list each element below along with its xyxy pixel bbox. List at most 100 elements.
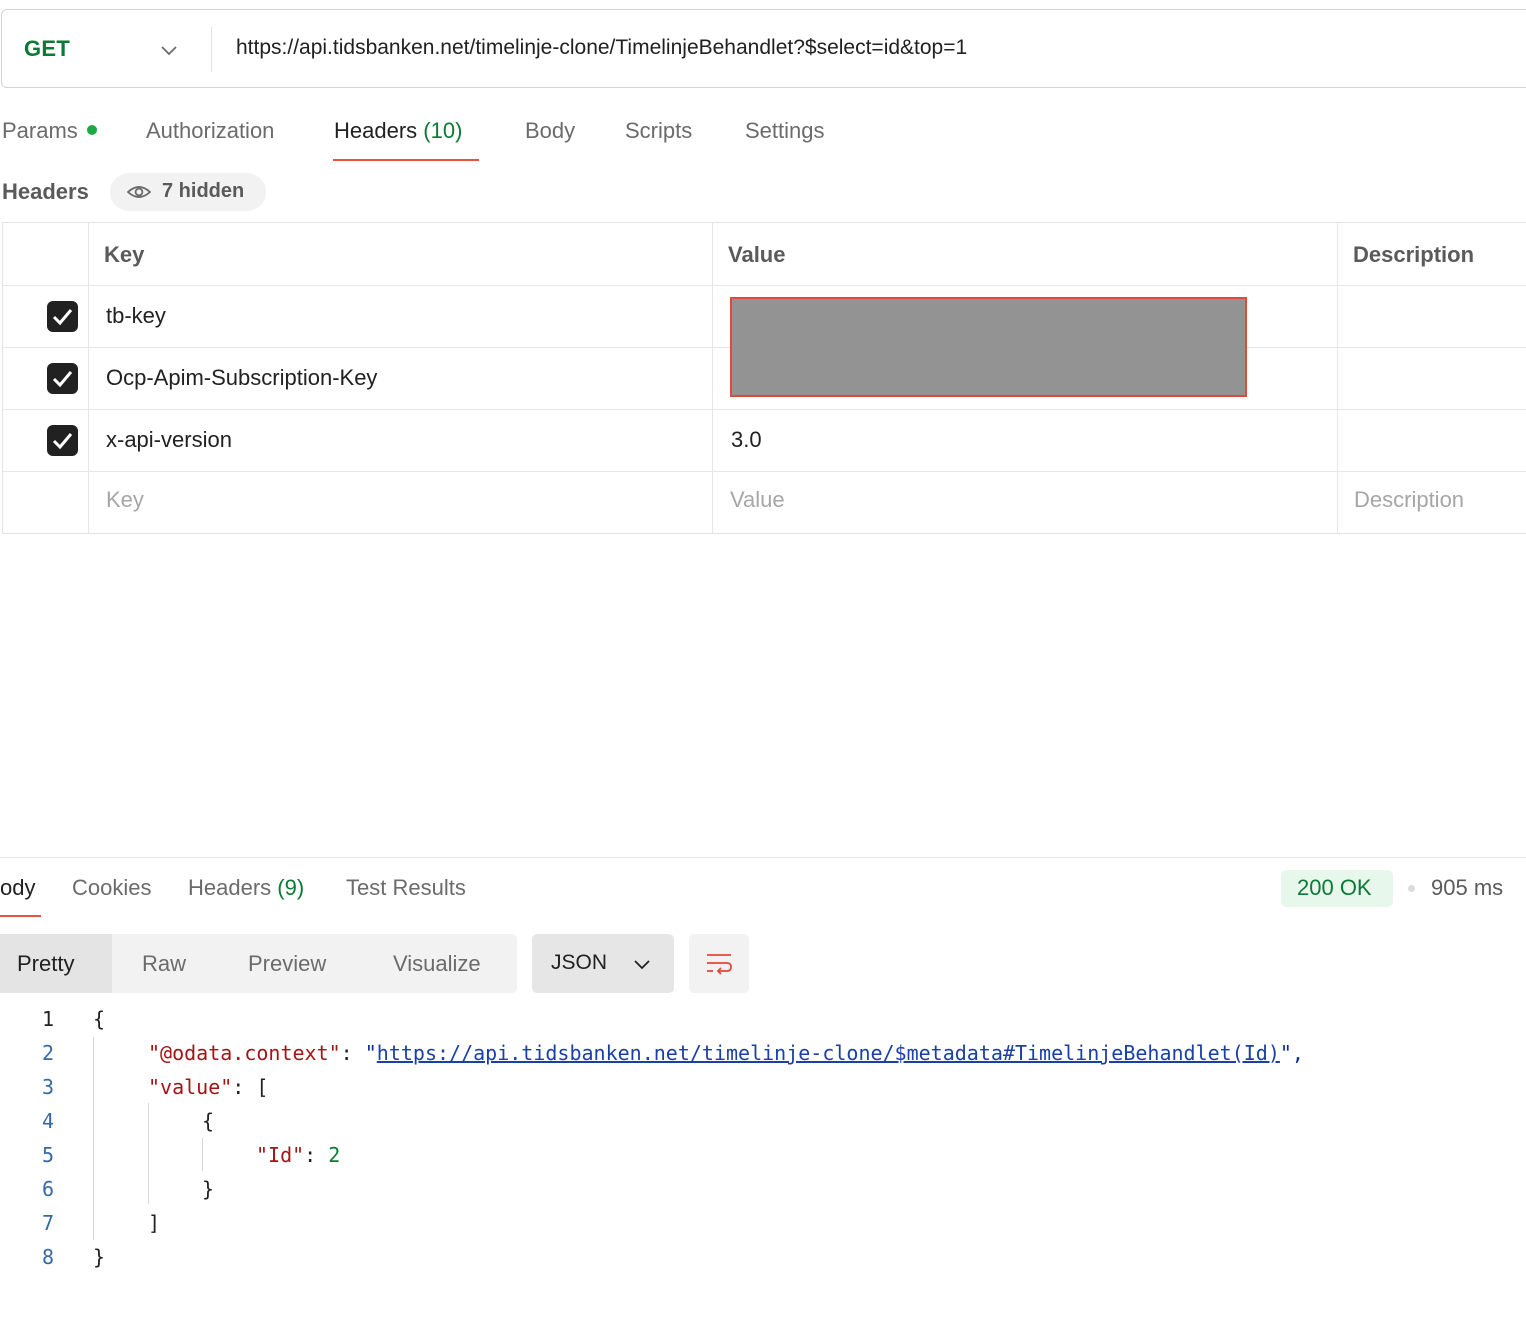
view-mode-label: Visualize [393, 951, 481, 976]
response-tab-test-results[interactable]: Test Results [346, 875, 466, 901]
row-divider [3, 471, 1526, 472]
view-visualize-button[interactable]: Visualize [393, 934, 481, 993]
header-key-cell[interactable]: x-api-version [106, 427, 232, 453]
json-key: "Id" [256, 1143, 305, 1167]
view-mode-group: Pretty Raw Preview Visualize [0, 934, 517, 993]
new-description-input[interactable]: Description [1354, 487, 1464, 513]
tab-label: Test Results [346, 875, 466, 900]
json-punct: : [ [232, 1075, 269, 1099]
tab-authorization[interactable]: Authorization [146, 118, 274, 144]
url-divider [211, 27, 212, 72]
header-key-cell[interactable]: tb-key [106, 303, 166, 329]
tab-label: Headers [188, 875, 272, 900]
code-array-close: ] [148, 1211, 161, 1235]
tab-label: Body [525, 118, 576, 143]
line-number: 7 [41, 1211, 54, 1235]
line-number: 4 [41, 1109, 54, 1133]
request-url-bar: GET https://api.tidsbanken.net/timelinje… [1, 9, 1526, 88]
indent-guide [202, 1138, 203, 1171]
code-inner-close: } [202, 1177, 215, 1201]
code-inner-open: { [202, 1109, 215, 1133]
row-divider [3, 285, 1526, 286]
tab-body[interactable]: Body [525, 118, 575, 144]
status-badge[interactable]: 200 OK [1281, 870, 1393, 907]
checkmark-icon [52, 309, 73, 326]
code-open-brace: { [93, 1007, 106, 1031]
line-number: 6 [41, 1177, 54, 1201]
active-tab-underline [0, 915, 41, 917]
line-number: 3 [41, 1075, 54, 1099]
eye-icon [127, 186, 151, 198]
tab-label: Cookies [72, 875, 152, 900]
view-mode-label: Pretty [17, 951, 75, 976]
column-header-key: Key [104, 242, 145, 267]
view-raw-button[interactable]: Raw [142, 934, 186, 993]
hidden-count-label: 7 hidden [162, 180, 245, 202]
status-text: 200 OK [1297, 875, 1372, 900]
json-key: "value" [148, 1075, 233, 1099]
url-input[interactable]: https://api.tidsbanken.net/timelinje-clo… [236, 36, 967, 60]
line-number: 2 [41, 1041, 54, 1065]
format-label: JSON [551, 951, 608, 974]
wrap-lines-button[interactable] [689, 934, 749, 993]
tab-scripts[interactable]: Scripts [625, 118, 692, 144]
tab-count: (10) [423, 118, 463, 143]
json-colon: : [304, 1143, 329, 1167]
view-mode-label: Raw [142, 951, 187, 976]
header-enabled-checkbox[interactable] [47, 363, 78, 394]
tab-label: Settings [745, 118, 825, 143]
header-enabled-checkbox[interactable] [47, 301, 78, 332]
response-tab-body[interactable]: ody [0, 875, 35, 901]
line-number: 5 [41, 1143, 54, 1167]
code-line-value: "value": [ [148, 1075, 268, 1099]
header-key-cell[interactable]: Ocp-Apim-Subscription-Key [106, 365, 377, 391]
line-number: 8 [41, 1245, 54, 1269]
column-header-description: Description [1353, 242, 1475, 267]
tab-label: Authorization [146, 118, 275, 143]
header-value-cell[interactable]: 3.0 [731, 427, 762, 453]
separator-dot-icon [1408, 885, 1415, 892]
json-key: "@odata.context" [148, 1041, 341, 1065]
chevron-down-icon[interactable] [159, 40, 179, 60]
new-key-input[interactable]: Key [106, 487, 144, 513]
headers-table: Key Value Description tb-key Ocp-Apim-Su… [2, 222, 1526, 534]
new-value-input[interactable]: Value [730, 487, 785, 513]
column-divider [1337, 223, 1338, 533]
view-preview-button[interactable]: Preview [248, 934, 326, 993]
response-tab-cookies[interactable]: Cookies [72, 875, 151, 901]
hidden-headers-toggle[interactable]: 7 hidden [110, 173, 266, 211]
code-line-context: "@odata.context": "https://api.tidsbanke… [148, 1041, 1304, 1065]
headers-section-title: Headers [2, 179, 89, 204]
view-mode-label: Preview [248, 951, 327, 976]
json-quote: ", [1279, 1041, 1304, 1065]
json-quote: " [364, 1041, 377, 1065]
tab-settings[interactable]: Settings [745, 118, 825, 144]
method-select[interactable]: GET [24, 36, 70, 62]
tab-params[interactable]: Params [2, 118, 97, 144]
code-close-brace: } [93, 1245, 106, 1269]
response-pane-divider [0, 857, 1526, 858]
context-url-link[interactable]: https://api.tidsbanken.net/timelinje-clo… [377, 1041, 1280, 1065]
redacted-value-block [730, 297, 1247, 397]
json-number: 2 [328, 1143, 341, 1167]
column-header-value: Value [728, 242, 786, 267]
tab-count: (9) [277, 875, 305, 900]
view-pretty-button[interactable]: Pretty [0, 934, 112, 993]
checkmark-icon [52, 371, 73, 388]
json-colon: : [340, 1041, 365, 1065]
params-active-dot-icon [86, 125, 97, 136]
tab-label: Headers [334, 118, 418, 143]
tab-label: Params [2, 118, 78, 143]
format-select[interactable]: JSON [532, 934, 674, 993]
tab-label: Scripts [625, 118, 693, 143]
active-tab-underline [333, 159, 479, 161]
tab-label: ody [0, 875, 36, 900]
checkmark-icon [52, 433, 73, 450]
column-divider [712, 223, 713, 533]
response-tab-headers[interactable]: Headers (9) [188, 875, 304, 901]
response-time[interactable]: 905 ms [1431, 875, 1503, 901]
header-enabled-checkbox[interactable] [47, 425, 78, 456]
row-divider [3, 409, 1526, 410]
tab-headers[interactable]: Headers (10) [334, 118, 462, 144]
indent-guide [93, 1037, 94, 1240]
